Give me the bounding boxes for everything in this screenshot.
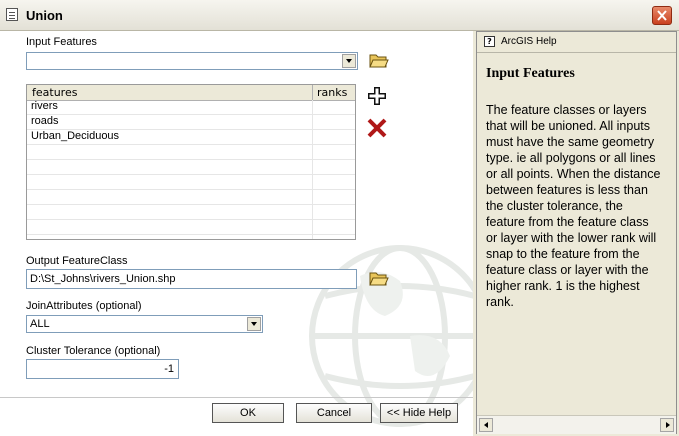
table-row[interactable]: roads	[27, 115, 355, 130]
horizontal-scrollbar[interactable]	[477, 415, 676, 434]
input-features-dropdown[interactable]	[26, 52, 358, 70]
join-attributes-label: JoinAttributes (optional)	[26, 300, 142, 312]
add-plus-icon	[368, 87, 386, 105]
help-panel: ? ArcGIS Help Input Features The feature…	[476, 31, 677, 434]
feature-cell: Urban_Deciduous	[31, 130, 120, 142]
scroll-right-icon[interactable]	[660, 418, 674, 432]
input-features-label: Input Features	[26, 36, 97, 48]
chevron-down-icon[interactable]	[342, 54, 356, 68]
scroll-left-icon[interactable]	[479, 418, 493, 432]
cancel-button[interactable]: Cancel	[296, 403, 372, 423]
join-attributes-value: ALL	[30, 318, 50, 330]
table-row[interactable]: rivers	[27, 100, 355, 115]
parameters-panel: Input Features features ranks rivers roa…	[0, 31, 473, 436]
help-body: The feature classes or layers that will …	[486, 103, 661, 309]
title-bar: Union	[0, 0, 679, 31]
open-folder-icon	[369, 54, 389, 68]
document-icon	[6, 8, 18, 21]
table-row[interactable]	[27, 175, 355, 190]
remove-x-icon	[367, 118, 387, 138]
cluster-tolerance-value: -1	[164, 363, 174, 375]
ok-button[interactable]: OK	[212, 403, 284, 423]
help-header: ? ArcGIS Help	[477, 32, 676, 53]
browse-output-button[interactable]	[367, 267, 389, 289]
output-featureclass-label: Output FeatureClass	[26, 255, 128, 267]
window-title: Union	[26, 8, 63, 23]
remove-row-button[interactable]	[366, 117, 388, 139]
column-header-features[interactable]: features	[32, 86, 77, 99]
help-question-icon[interactable]: ?	[484, 36, 495, 47]
features-table[interactable]: features ranks rivers roads Urban_Decidu…	[26, 84, 356, 240]
join-attributes-dropdown[interactable]: ALL	[26, 315, 263, 333]
hide-help-button[interactable]: << Hide Help	[380, 403, 458, 423]
cluster-tolerance-label: Cluster Tolerance (optional)	[26, 345, 161, 357]
add-row-button[interactable]	[366, 85, 388, 107]
column-divider	[312, 100, 313, 239]
output-featureclass-field[interactable]: D:\St_Johns\rivers_Union.shp	[26, 269, 357, 289]
help-heading: Input Features	[486, 66, 575, 81]
close-button[interactable]	[652, 6, 672, 25]
chevron-down-icon[interactable]	[247, 317, 261, 331]
help-title[interactable]: ArcGIS Help	[501, 36, 557, 47]
table-row[interactable]: Urban_Deciduous	[27, 130, 355, 145]
divider	[0, 397, 473, 398]
close-icon	[657, 10, 667, 21]
table-row[interactable]	[27, 190, 355, 205]
column-header-ranks[interactable]: ranks	[317, 86, 347, 99]
table-header: features ranks	[27, 85, 355, 101]
feature-cell: rivers	[31, 100, 58, 112]
table-row[interactable]	[27, 220, 355, 235]
open-folder-icon	[369, 272, 389, 286]
output-featureclass-value: D:\St_Johns\rivers_Union.shp	[30, 273, 176, 285]
cluster-tolerance-field[interactable]: -1	[26, 359, 179, 379]
column-separator[interactable]	[312, 85, 313, 100]
table-row[interactable]	[27, 160, 355, 175]
feature-cell: roads	[31, 115, 59, 127]
table-row[interactable]	[27, 205, 355, 220]
browse-input-button[interactable]	[367, 49, 389, 71]
table-row[interactable]	[27, 145, 355, 160]
